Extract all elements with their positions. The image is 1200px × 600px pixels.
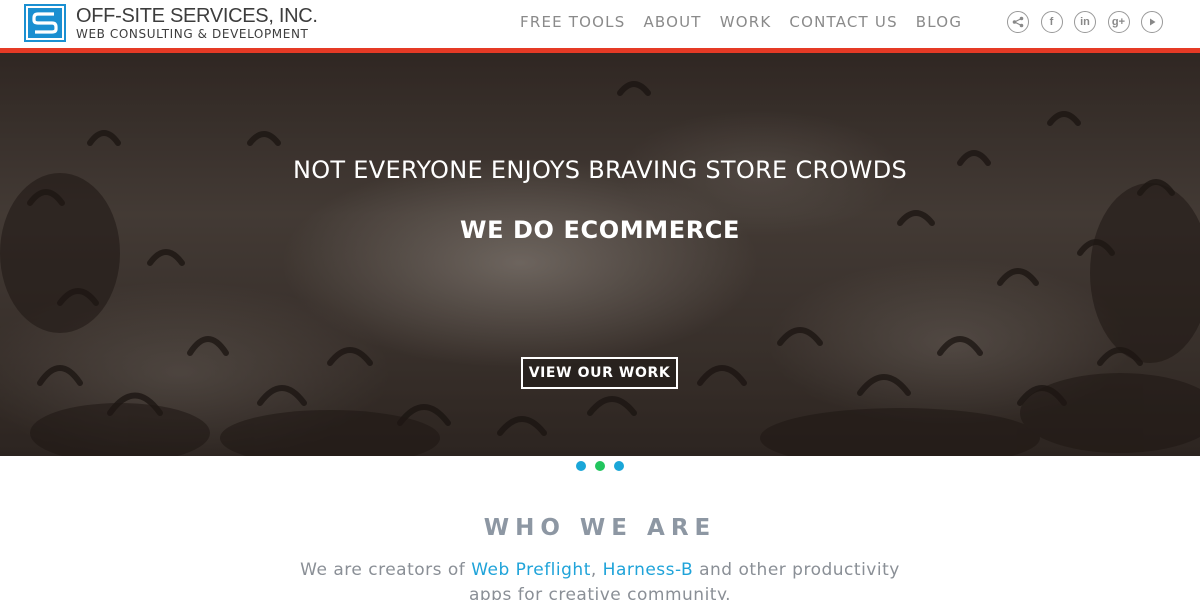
logo-mark-icon xyxy=(24,4,66,42)
logo-tagline: WEB CONSULTING & DEVELOPMENT xyxy=(76,26,309,41)
web-preflight-link[interactable]: Web Preflight xyxy=(471,560,591,580)
share-icon[interactable] xyxy=(1007,11,1029,33)
nav-blog[interactable]: BLOG xyxy=(916,11,962,33)
nav-contact-us[interactable]: CONTACT US xyxy=(789,11,897,33)
hero-headline: NOT EVERYONE ENJOYS BRAVING STORE CROWDS xyxy=(292,156,908,184)
nav-free-tools[interactable]: FREE TOOLS xyxy=(520,11,625,33)
who-text-intro: We are creators of xyxy=(300,560,472,580)
carousel-dots xyxy=(576,461,633,471)
logo-name: OFF-SITE SERVICES, INC. xyxy=(76,4,318,27)
google-plus-icon[interactable]: g+ xyxy=(1107,11,1130,33)
main-nav: FREE TOOLS ABOUT WORK CONTACT US BLOG xyxy=(520,11,980,33)
social-links: f in g+ xyxy=(1007,11,1175,33)
nav-work[interactable]: WORK xyxy=(720,11,772,33)
harness-b-link[interactable]: Harness-B xyxy=(603,560,694,580)
hero-overlay xyxy=(0,53,1200,456)
carousel-dot-3[interactable] xyxy=(614,461,624,471)
carousel-dot-1[interactable] xyxy=(576,461,586,471)
view-our-work-button[interactable]: VIEW OUR WORK xyxy=(521,357,678,389)
youtube-play-icon[interactable] xyxy=(1141,11,1163,33)
who-text-separator: , xyxy=(590,560,603,580)
who-we-are-heading: WHO WE ARE xyxy=(483,515,717,541)
nav-about[interactable]: ABOUT xyxy=(643,11,701,33)
linkedin-icon[interactable]: in xyxy=(1074,11,1096,33)
logo[interactable]: OFF-SITE SERVICES, INC. WEB CONSULTING &… xyxy=(24,3,344,43)
site-header: OFF-SITE SERVICES, INC. WEB CONSULTING &… xyxy=(0,0,1200,48)
who-we-are-text: We are creators of Web Preflight, Harnes… xyxy=(300,558,900,600)
hero-slider: NOT EVERYONE ENJOYS BRAVING STORE CROWDS… xyxy=(0,53,1200,456)
facebook-icon[interactable]: f xyxy=(1040,11,1063,33)
carousel-dot-2-active[interactable] xyxy=(595,461,605,471)
hero-subheadline: WE DO ECOMMERCE xyxy=(460,216,740,244)
